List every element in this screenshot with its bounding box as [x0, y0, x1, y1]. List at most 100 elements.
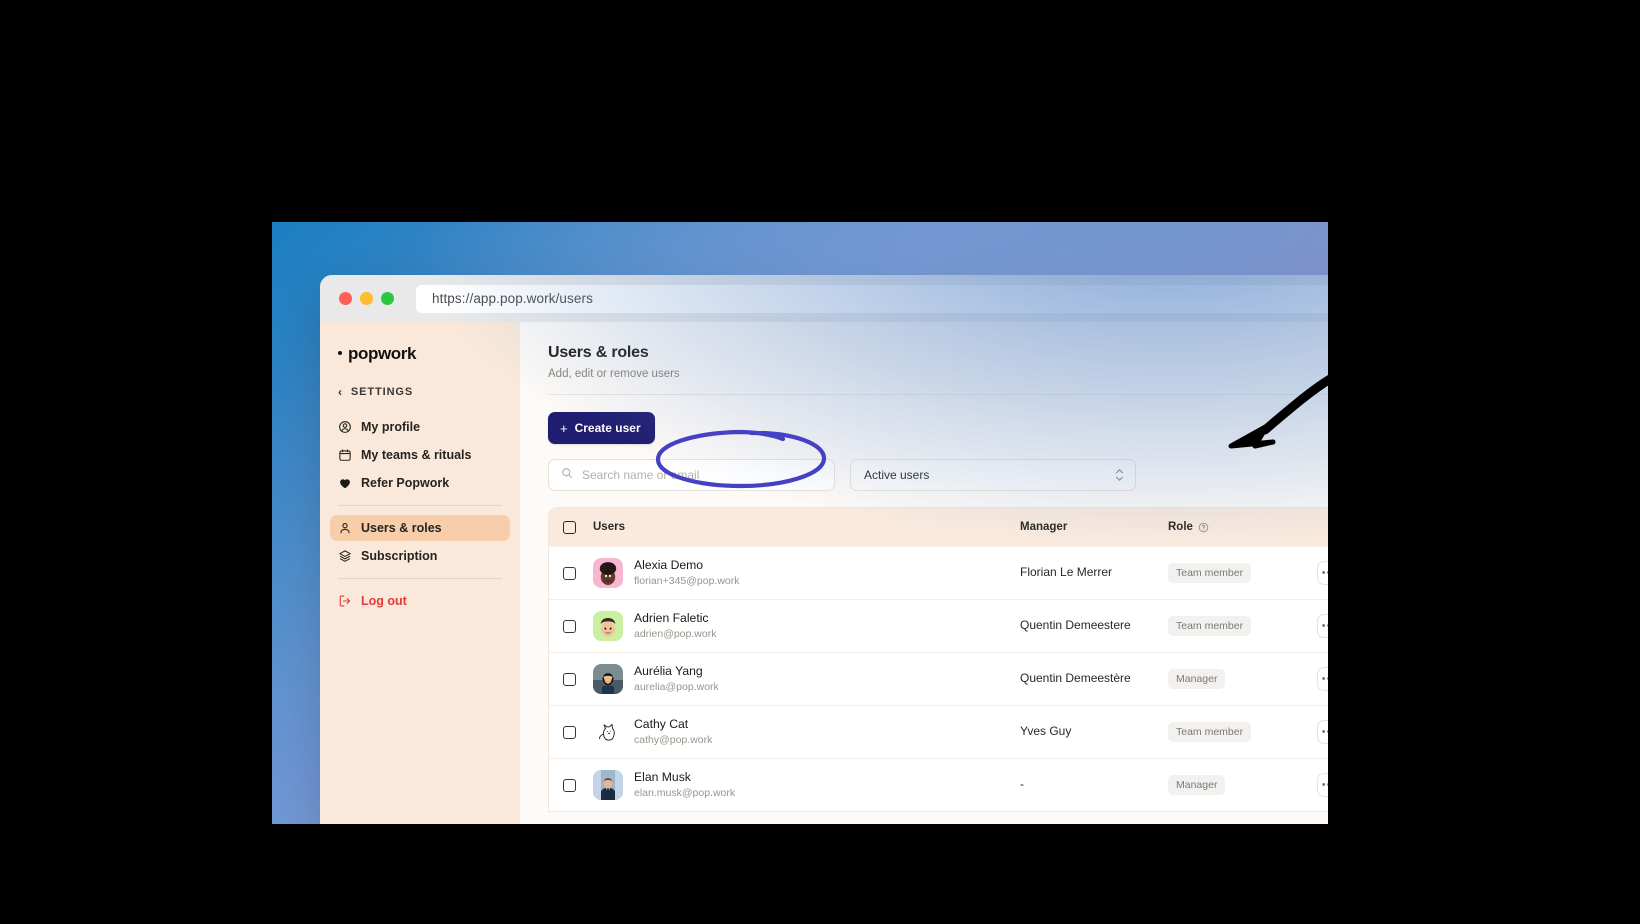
user-email: aurelia@pop.work	[634, 681, 719, 694]
manager-cell: Florian Le Merrer	[1020, 565, 1113, 580]
column-header-role: Role	[1168, 521, 1293, 533]
sidebar-item-label: Subscription	[361, 549, 438, 563]
row-actions-cell: •••	[1293, 720, 1328, 744]
status-badge: Manager	[1168, 775, 1226, 795]
row-checkbox[interactable]	[563, 619, 576, 633]
row-checkbox[interactable]	[563, 725, 576, 739]
user-email: cathy@pop.work	[634, 734, 713, 747]
row-select-cell	[563, 778, 593, 792]
main-content: Users & roles Add, edit or remove users …	[520, 322, 1328, 824]
search-input[interactable]	[582, 468, 822, 482]
status-filter-select[interactable]: Active users	[850, 459, 1136, 491]
chevron-left-icon: ‹	[338, 385, 343, 399]
status-badge: Team member	[1168, 722, 1252, 742]
user-name: Cathy Cat	[634, 717, 689, 732]
address-bar[interactable]: https://app.pop.work/users	[416, 284, 1328, 313]
user-circle-icon	[338, 420, 352, 434]
row-more-actions-button[interactable]: •••	[1317, 667, 1328, 691]
sidebar-divider	[338, 505, 502, 506]
app-logo[interactable]: popwork	[320, 340, 520, 364]
user-name: Elan Musk	[634, 770, 691, 785]
table-row[interactable]: Alexia Demo florian+345@pop.work Florian…	[549, 546, 1328, 599]
logout-button[interactable]: Log out	[330, 588, 510, 614]
user-name: Alexia Demo	[634, 558, 704, 573]
sidebar-item-label: My profile	[361, 420, 421, 434]
breadcrumb-settings[interactable]: ‹ SETTINGS	[320, 386, 520, 398]
row-more-actions-button[interactable]: •••	[1317, 720, 1328, 744]
minimize-yellow-icon[interactable]	[360, 292, 373, 305]
sidebar-nav: My profile My teams & rituals Refer Popw…	[320, 414, 520, 614]
sidebar-item-label: Refer Popwork	[361, 476, 450, 490]
column-header-users: Users	[593, 521, 625, 533]
status-badge: Manager	[1168, 669, 1226, 689]
plus-icon: +	[560, 420, 568, 436]
role-cell: Team member	[1168, 563, 1293, 583]
logout-label: Log out	[361, 594, 407, 608]
row-more-actions-button[interactable]: •••	[1317, 614, 1328, 638]
select-all-checkbox[interactable]	[563, 520, 576, 534]
role-cell: Manager	[1168, 775, 1293, 795]
sidebar-item-subscription[interactable]: Subscription	[330, 543, 510, 569]
window-controls[interactable]	[339, 292, 394, 305]
close-red-icon[interactable]	[339, 292, 352, 305]
row-select-cell	[563, 725, 593, 739]
layers-icon	[338, 549, 352, 563]
user-cell: Alexia Demo florian+345@pop.work	[593, 558, 1020, 588]
table-row[interactable]: Cathy Cat cathy@pop.work Yves Guy Team m…	[549, 705, 1328, 758]
row-checkbox[interactable]	[563, 778, 576, 792]
heart-icon	[338, 476, 352, 490]
role-cell: Team member	[1168, 722, 1293, 742]
user-cell: Elan Musk elan.musk@pop.work	[593, 770, 1020, 800]
user-cell: Adrien Faletic adrien@pop.work	[593, 611, 1020, 641]
role-cell: Team member	[1168, 616, 1293, 636]
table-row[interactable]: Adrien Faletic adrien@pop.work Quentin D…	[549, 599, 1328, 652]
logo-dot-icon	[338, 351, 342, 355]
row-actions-cell: •••	[1293, 561, 1328, 585]
select-all-cell	[563, 520, 593, 534]
row-more-actions-button[interactable]: •••	[1317, 561, 1328, 585]
create-user-button[interactable]: + Create user	[548, 412, 655, 444]
sidebar-item-my-teams-rituals[interactable]: My teams & rituals	[330, 442, 510, 468]
avatar	[593, 717, 623, 747]
browser-window: https://app.pop.work/users popwork ‹ SET…	[320, 275, 1328, 824]
status-filter-value: Active users	[864, 468, 930, 482]
column-header-manager: Manager	[1020, 521, 1068, 533]
search-field[interactable]	[548, 459, 835, 491]
user-name: Aurélia Yang	[634, 664, 703, 679]
user-name: Adrien Faletic	[634, 611, 709, 626]
row-checkbox[interactable]	[563, 566, 576, 580]
question-circle-icon[interactable]	[1198, 522, 1209, 533]
filter-bar: Active users	[548, 459, 1328, 491]
row-select-cell	[563, 566, 593, 580]
row-select-cell	[563, 619, 593, 633]
status-badge: Team member	[1168, 563, 1252, 583]
users-table: Users Manager Role Alexia Demo florian+3…	[548, 507, 1328, 812]
manager-cell: Quentin Demeestère	[1020, 671, 1131, 686]
sidebar-item-refer-popwork[interactable]: Refer Popwork	[330, 470, 510, 496]
breadcrumb-label: SETTINGS	[350, 386, 414, 398]
gradient-backdrop: https://app.pop.work/users popwork ‹ SET…	[272, 222, 1328, 824]
row-actions-cell: •••	[1293, 614, 1328, 638]
sidebar-item-users-roles[interactable]: Users & roles	[330, 515, 510, 541]
status-badge: Team member	[1168, 616, 1252, 636]
calendar-icon	[338, 448, 352, 462]
logo-text: popwork	[348, 344, 417, 363]
maximize-green-icon[interactable]	[381, 292, 394, 305]
sidebar-item-label: My teams & rituals	[361, 448, 472, 462]
row-actions-cell: •••	[1293, 773, 1328, 797]
sidebar-divider-2	[338, 578, 502, 579]
row-more-actions-button[interactable]: •••	[1317, 773, 1328, 797]
avatar	[593, 664, 623, 694]
table-header-row: Users Manager Role	[549, 508, 1328, 546]
user-icon	[338, 521, 352, 535]
row-checkbox[interactable]	[563, 672, 576, 686]
sidebar: popwork ‹ SETTINGS My profile My teams &…	[320, 322, 520, 824]
user-email: florian+345@pop.work	[634, 575, 740, 588]
row-actions-cell: •••	[1293, 667, 1328, 691]
sidebar-item-my-profile[interactable]: My profile	[330, 414, 510, 440]
user-cell: Aurélia Yang aurelia@pop.work	[593, 664, 1020, 694]
table-row[interactable]: Elan Musk elan.musk@pop.work - Manager •…	[549, 758, 1328, 811]
chevron-updown-icon	[1115, 469, 1124, 481]
manager-cell: -	[1020, 777, 1024, 792]
table-row[interactable]: Aurélia Yang aurelia@pop.work Quentin De…	[549, 652, 1328, 705]
